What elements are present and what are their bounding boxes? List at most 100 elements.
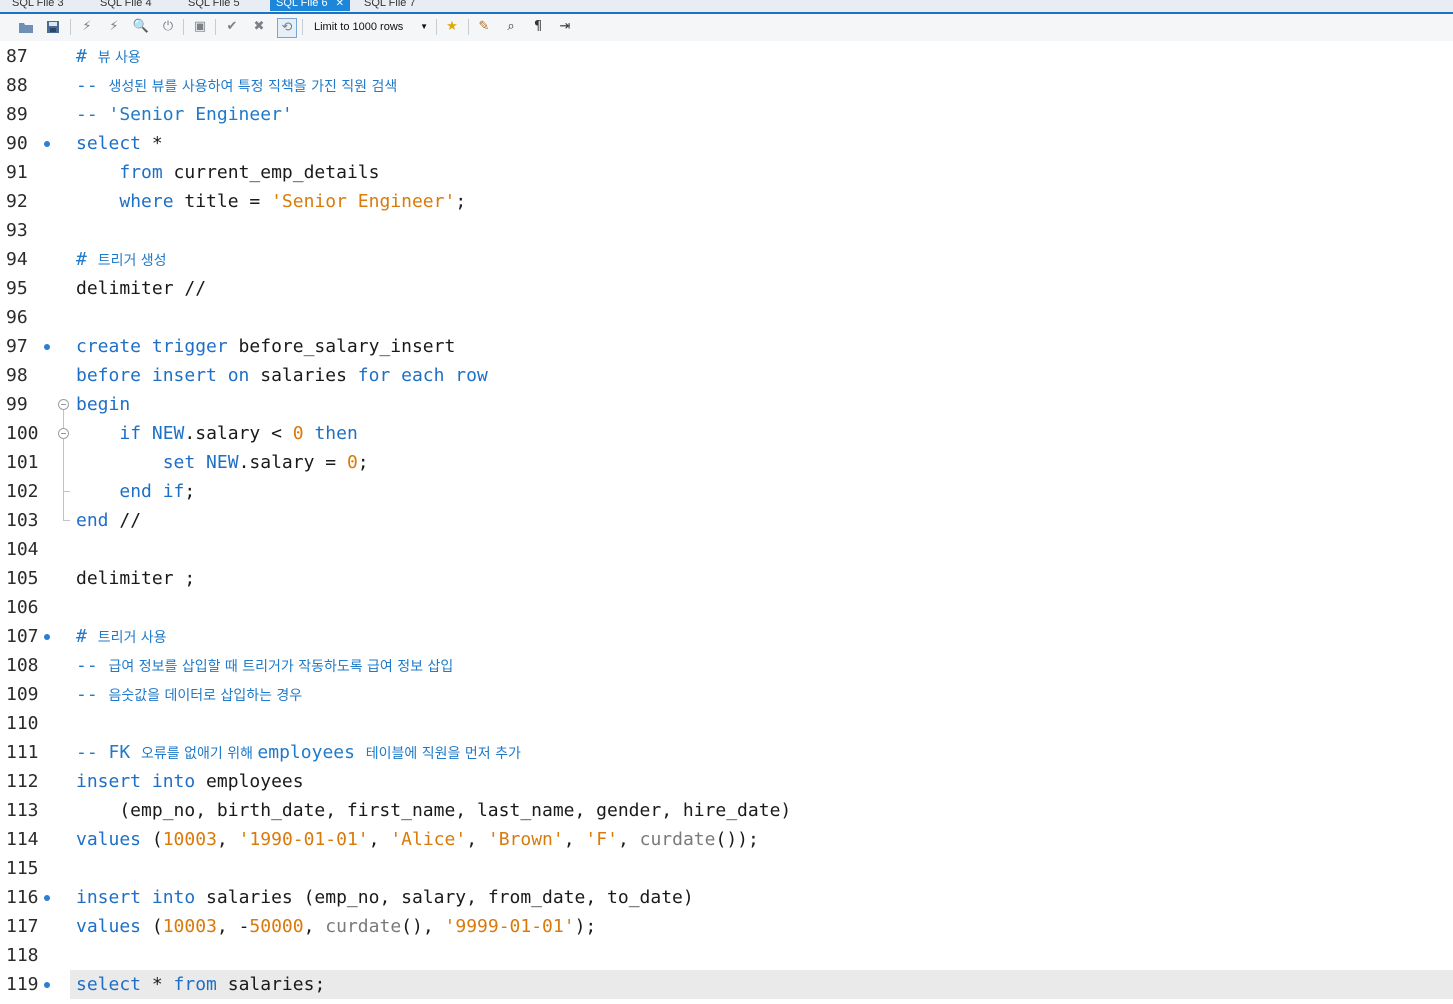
code-line[interactable]: 105 delimiter ; [0,564,1453,593]
code-line[interactable]: 110 [0,709,1453,738]
code-token: -- [76,655,109,676]
code-line[interactable]: 87 # 뷰 사용 [0,42,1453,71]
code-line[interactable]: 102 end if; [0,477,1453,506]
code-token: 생성된 뷰를 사용하여 특정 직책을 가진 직원 검색 [108,79,398,95]
autocommit-icon[interactable]: ⟲ [277,18,297,38]
line-number: 107 [6,626,39,647]
code-line[interactable]: 107 # 트리거 사용 [0,622,1453,651]
code-token: 'F' [585,829,618,850]
execute-icon[interactable]: ⚡ [78,18,96,36]
statement-marker-icon [44,141,50,147]
code-token: salaries; [216,974,326,995]
code-line[interactable]: 97 create trigger before_salary_insert [0,332,1453,361]
code-token: 'Brown' [487,829,564,850]
code-text: delimiter ; [76,564,195,593]
line-number: 87 [6,46,28,67]
fold-end-mark [63,520,70,521]
rollback-icon[interactable]: ✖ [250,18,268,36]
line-number: 113 [6,800,39,821]
code-text: -- 음숫값을 데이터로 삽입하는 경우 [76,680,302,709]
code-text: -- 'Senior Engineer' [76,100,293,129]
code-token: -- 'Senior Engineer' [76,104,293,125]
line-number: 89 [6,104,28,125]
line-number: 102 [6,481,39,502]
code-line[interactable]: 89 -- 'Senior Engineer' [0,100,1453,129]
code-token: end [76,510,109,531]
code-line[interactable]: 92 where title = 'Senior Engineer'; [0,187,1453,216]
open-folder-icon[interactable] [17,18,35,36]
code-text: if NEW.salary < 0 then [76,419,357,448]
fold-toggle-icon[interactable]: − [58,428,69,439]
code-line[interactable]: 99 begin [0,390,1453,419]
sql-editor[interactable]: 87 # 뷰 사용 88 -- 생성된 뷰를 사용하여 특정 직책을 가진 직원 검색… [0,41,1453,1004]
code-token: ; [455,191,467,212]
code-line[interactable]: 113 (emp_no, birth_date, first_name, las… [0,796,1453,825]
limit-rows-select[interactable]: Limit to 1000 rows ▼ [308,18,432,36]
code-line[interactable]: 103 end // [0,506,1453,535]
line-number: 119 [6,974,39,995]
close-tab-icon[interactable]: ✕ [336,0,344,9]
code-line[interactable]: 114 values (10003, '1990-01-01', 'Alice',… [0,825,1453,854]
explain-icon[interactable]: 🔍 [132,18,150,36]
code-token: 테이블에 직원을 먼저 추가 [365,746,521,762]
tab-bar: SQL File 3 SQL File 4 SQL File 5 SQL Fil… [0,0,1453,14]
tab-label: SQL File 6 [276,0,328,9]
code-token: , [617,829,640,850]
code-line[interactable]: 108 -- 급여 정보를 삽입할 때 트리거가 작동하도록 급여 정보 삽입 [0,651,1453,680]
code-token: , [216,829,239,850]
tab-sql-file-5[interactable]: SQL File 5 [188,0,240,11]
execute-current-icon[interactable]: ⚡ [105,18,123,36]
code-line[interactable]: 93 [0,216,1453,245]
toggle-results-icon[interactable]: ▣ [191,18,209,36]
code-line[interactable]: 98 before insert on salaries for each row [0,361,1453,390]
beautify-icon[interactable]: ✎ [475,18,493,36]
code-line[interactable]: 119 select * from salaries; [0,970,1453,999]
code-line[interactable]: 116 insert into salaries (emp_no, salary,… [0,883,1453,912]
code-line[interactable]: 101 set NEW.salary = 0; [0,448,1453,477]
invisible-chars-icon[interactable]: ¶ [529,18,547,36]
tab-sql-file-7[interactable]: SQL File 7 [364,0,416,11]
code-line[interactable]: 95 delimiter // [0,274,1453,303]
code-line[interactable]: 109 -- 음숫값을 데이터로 삽입하는 경우 [0,680,1453,709]
code-line[interactable]: 117 values (10003, -50000, curdate(), '99… [0,912,1453,941]
line-number: 90 [6,133,28,154]
line-number: 117 [6,916,39,937]
bookmark-icon[interactable]: ★ [443,18,461,36]
tab-sql-file-4[interactable]: SQL File 4 [100,0,152,11]
find-icon[interactable]: ⌕ [502,18,520,36]
code-token: curdate [325,916,402,937]
code-token: select [76,133,142,154]
code-token: 급여 정보를 삽입할 때 트리거가 작동하도록 급여 정보 삽입 [108,659,454,675]
code-line[interactable]: 91 from current_emp_details [0,158,1453,187]
code-token: (), [401,916,445,937]
commit-icon[interactable]: ✔ [223,18,241,36]
code-line[interactable]: 96 [0,303,1453,332]
tab-label: SQL File 3 [12,0,64,9]
code-token: ; [184,481,196,502]
code-line[interactable]: 88 -- 생성된 뷰를 사용하여 특정 직책을 가진 직원 검색 [0,71,1453,100]
fold-toggle-icon[interactable]: − [58,399,69,410]
code-line[interactable]: 100 if NEW.salary < 0 then [0,419,1453,448]
code-token: , [466,829,488,850]
code-line[interactable]: 115 [0,854,1453,883]
code-token: ( [141,916,163,937]
line-number: 106 [6,597,39,618]
code-line[interactable]: 104 [0,535,1453,564]
code-line[interactable]: 106 [0,593,1453,622]
code-line[interactable]: 111 -- FK 오류를 없애기 위해 employees 테이블에 직원을 먼… [0,738,1453,767]
chevron-down-icon: ▼ [420,22,428,31]
tab-label: SQL File 4 [100,0,152,9]
code-token: insert into [76,887,196,908]
stop-icon[interactable]: ⏻ [159,18,177,36]
tab-sql-file-3[interactable]: SQL File 3 [12,0,64,11]
wrap-icon[interactable]: ⇥ [556,18,574,36]
code-line[interactable]: 90 select * [0,129,1453,158]
code-text: create trigger before_salary_insert [76,332,455,361]
tab-sql-file-6[interactable]: SQL File 6 ✕ [270,0,350,11]
code-line[interactable]: 118 [0,941,1453,970]
code-line[interactable]: 94 # 트리거 생성 [0,245,1453,274]
code-token: ); [574,916,597,937]
save-icon[interactable] [44,18,62,36]
code-line[interactable]: 112 insert into employees [0,767,1453,796]
